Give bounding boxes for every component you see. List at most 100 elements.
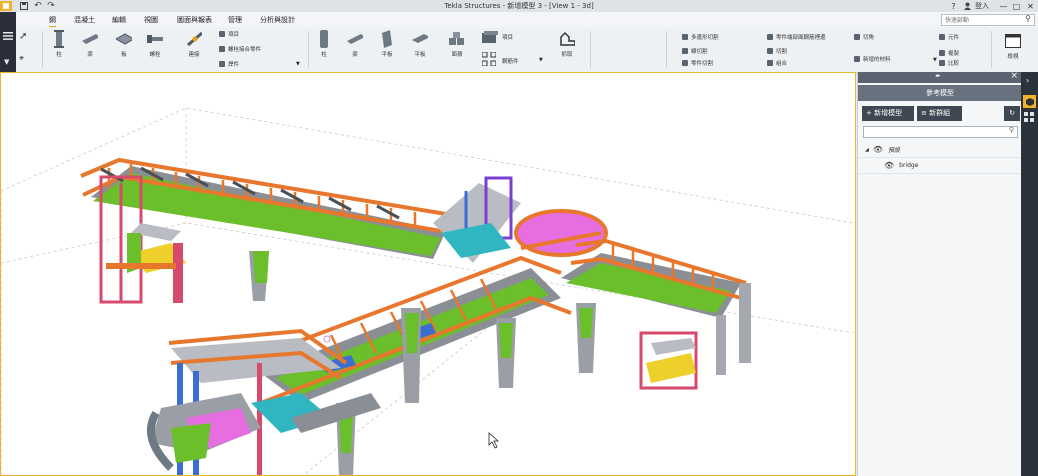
maximize-button[interactable]: □ xyxy=(1010,0,1023,12)
rebar-set-icon[interactable] xyxy=(481,51,497,67)
tree-group-label: 預設 xyxy=(888,147,901,154)
copy-button[interactable]: 複製 xyxy=(939,49,959,57)
menu-view[interactable]: 視圖 xyxy=(144,15,158,25)
tree-group-row[interactable]: ◢ 👁 預設 xyxy=(858,142,1022,158)
right-stair-tower xyxy=(639,331,698,390)
combine-button[interactable]: 組合 xyxy=(767,59,787,67)
visibility-eye-icon[interactable]: 👁 xyxy=(873,145,883,154)
concrete-panel-button[interactable]: 平板 xyxy=(412,31,428,58)
chamfer-icon xyxy=(854,34,860,40)
properties-tab-icon[interactable] xyxy=(1024,112,1035,123)
model-visibility-eye-icon[interactable]: 👁 xyxy=(884,161,894,170)
area-icon xyxy=(449,31,465,47)
panel-header: × ▬ xyxy=(858,71,1022,83)
concrete-slab-icon xyxy=(379,30,395,48)
weld-icon xyxy=(219,61,225,67)
concrete-column-icon xyxy=(316,30,332,48)
rebar-top-icon[interactable] xyxy=(482,31,498,45)
bolt-button[interactable]: 螺栓 xyxy=(147,31,163,58)
panel-close-icon[interactable]: × xyxy=(1010,71,1018,81)
view-icon xyxy=(1005,33,1021,49)
concrete-beam-button[interactable]: 梁 xyxy=(347,31,363,58)
concrete-panel-icon xyxy=(412,31,428,47)
grip-button[interactable]: 抓取 xyxy=(559,31,575,58)
concrete-group-dropdown-icon[interactable]: ▼ xyxy=(539,57,543,63)
collapse-side-icon[interactable]: › xyxy=(1026,76,1029,85)
central-tower xyxy=(433,176,608,263)
view-button[interactable]: 檢視 xyxy=(1005,33,1021,60)
bolted-part-icon xyxy=(219,46,225,52)
line-cut-button[interactable]: 線切割 xyxy=(682,47,708,55)
bolt-icon xyxy=(147,31,163,47)
snap-icon[interactable]: ⌖ xyxy=(19,54,24,64)
steel-column-button[interactable]: 柱 xyxy=(51,30,67,58)
reference-models-tab-icon[interactable] xyxy=(1023,95,1036,108)
steel-plate-button[interactable]: 板 xyxy=(116,31,132,58)
bridge-model-render[interactable] xyxy=(1,73,856,476)
new-group-button[interactable]: ≡ 新群組 xyxy=(917,106,962,121)
side-pane-strip: › xyxy=(1021,72,1038,476)
compare-button[interactable]: 比較 xyxy=(939,59,959,67)
edit-group-dropdown-icon[interactable]: ▼ xyxy=(933,57,937,63)
steel-group-dropdown-icon[interactable]: ▼ xyxy=(296,61,300,67)
model-view-3d[interactable] xyxy=(0,72,856,476)
selection-marker xyxy=(323,335,331,343)
area-button[interactable]: 面積 xyxy=(449,31,465,58)
quick-launch-input[interactable] xyxy=(942,15,1026,25)
weld-button[interactable]: 焊件 xyxy=(219,60,239,68)
item-icon xyxy=(219,31,225,37)
ribbon: ➚ ⌖ 柱 梁 板 螺栓 連接 項目 螺栓接合零件 焊件 ▼ 柱 梁 平板 平板 xyxy=(16,27,1038,73)
panel-pin-icon[interactable]: ▬ xyxy=(935,73,940,79)
minimize-button[interactable]: — xyxy=(997,0,1010,12)
reference-model-panel: × ▬ 參考模型 + 新增模型 ≡ 新群組 ↻ ⚲ ◢ 👁 預設 👁 bridg… xyxy=(857,71,1022,476)
rebar-set-label[interactable]: 鋼筋件 xyxy=(502,57,519,65)
expand-arrow-icon[interactable]: ▼ xyxy=(4,58,9,66)
add-material-icon xyxy=(854,56,860,62)
search-icon[interactable]: ⚲ xyxy=(1025,14,1031,23)
menu-drawings-reports[interactable]: 圖面與報表 xyxy=(177,15,212,25)
menu-manage[interactable]: 管理 xyxy=(228,15,242,25)
components-icon xyxy=(939,34,945,40)
fit-part-end-button[interactable]: 零件端部面鋼筋裡邊 xyxy=(767,33,826,41)
steel-column-icon xyxy=(51,30,67,48)
steel-beam-button[interactable]: 梁 xyxy=(82,31,98,58)
help-icon[interactable]: ? xyxy=(947,0,960,12)
chamfer-button[interactable]: 切角 xyxy=(854,33,874,41)
steel-plate-icon xyxy=(116,31,132,47)
panel-search-input[interactable]: ⚲ xyxy=(863,126,1018,138)
polygon-cut-button[interactable]: 多邊形切割 xyxy=(682,33,719,41)
user-icon[interactable] xyxy=(961,0,974,12)
components-button[interactable]: 元件 xyxy=(939,33,959,41)
fit-part-end-icon xyxy=(767,34,773,40)
line-cut-icon xyxy=(682,48,688,54)
select-arrow-icon[interactable]: ➚ xyxy=(19,31,27,42)
close-button[interactable]: ✕ xyxy=(1024,0,1037,12)
menu-bar: 鋼 混凝土 編輯 視圖 圖面與報表 管理 分析與設計 xyxy=(16,12,1038,28)
menu-concrete[interactable]: 混凝土 xyxy=(74,15,95,25)
add-model-button[interactable]: + 新增模型 xyxy=(862,106,914,121)
file-menu-strip: ▼ xyxy=(0,12,16,72)
detail-item-label[interactable]: 項目 xyxy=(502,33,513,41)
menu-analysis-design[interactable]: 分析與設計 xyxy=(260,15,295,25)
collapse-arrow-icon[interactable]: ◢ xyxy=(865,147,869,153)
add-material-button[interactable]: 新增的材料 xyxy=(854,55,891,63)
copy-icon xyxy=(939,50,945,56)
part-cut-icon xyxy=(682,60,688,66)
concrete-beam-icon xyxy=(347,31,363,47)
login-link[interactable]: 登入 xyxy=(975,1,989,11)
quick-launch-search[interactable]: ⚲ xyxy=(941,14,1035,26)
tree-model-row[interactable]: 👁 bridge xyxy=(858,158,1022,174)
bolted-part-button[interactable]: 螺栓接合零件 xyxy=(219,45,261,53)
connection-button[interactable]: 連接 xyxy=(186,31,202,58)
hamburger-icon[interactable] xyxy=(3,32,13,40)
part-cut-button[interactable]: 零件切割 xyxy=(682,59,713,67)
tree-model-label: bridge xyxy=(899,162,919,169)
split-button[interactable]: 切割 xyxy=(767,47,787,55)
refresh-button[interactable]: ↻ xyxy=(1004,106,1020,121)
panel-search-icon[interactable]: ⚲ xyxy=(1009,126,1014,134)
concrete-column-button[interactable]: 柱 xyxy=(316,30,332,58)
item-button[interactable]: 項目 xyxy=(219,30,239,38)
concrete-slab-button[interactable]: 平板 xyxy=(379,30,395,58)
split-icon xyxy=(767,48,773,54)
menu-edit[interactable]: 編輯 xyxy=(112,15,126,25)
